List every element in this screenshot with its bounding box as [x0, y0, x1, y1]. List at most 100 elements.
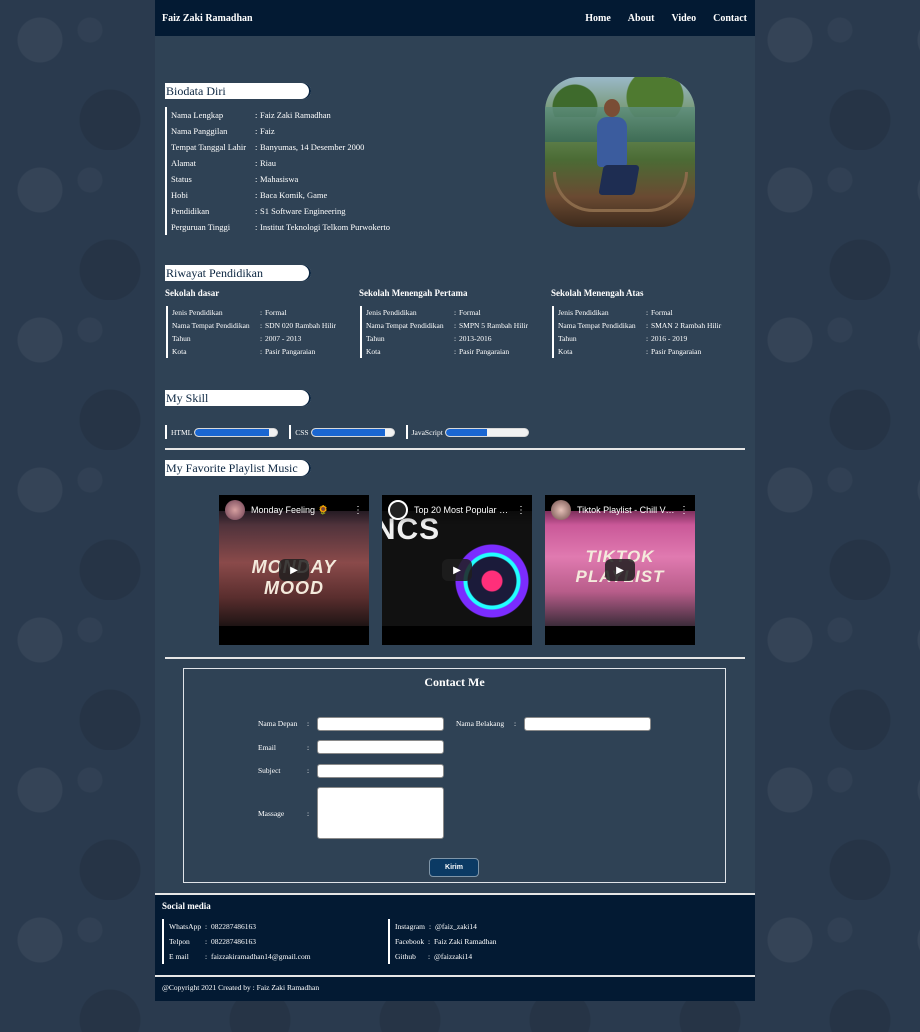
- skill-progress-bar: [444, 427, 529, 437]
- education-row: Nama Tempat Pendidikan: SDN 020 Rambah Hi…: [172, 319, 359, 332]
- section-divider: [165, 657, 745, 659]
- footer-key: Github: [395, 952, 416, 961]
- school-heading: Sekolah Menengah Pertama: [358, 288, 468, 298]
- nav-link-video[interactable]: Video: [671, 13, 696, 24]
- play-icon[interactable]: ▶: [279, 559, 309, 581]
- footer-row: E mail: faizzakiramadhan14@gmail.com: [169, 949, 388, 964]
- more-options-icon[interactable]: ⋮: [353, 505, 363, 516]
- biodata-row: Nama Panggilan: Faiz: [171, 123, 390, 139]
- education-row: Kota: Pasir Pangaraian: [172, 345, 359, 358]
- video-list: MONDAY MOOD Monday Feeling 🌻 ⋮ ▶ NCS Top…: [219, 495, 695, 645]
- skill-section: My Skill HTML CSS JavaScript: [165, 389, 745, 439]
- profile-photo: [545, 77, 695, 227]
- footer-row: Telpon:082287486163: [169, 934, 388, 949]
- colon: :: [307, 743, 310, 752]
- first-name-label: Nama Depan: [258, 719, 298, 728]
- last-name-label: Nama Belakang: [456, 719, 505, 728]
- play-icon[interactable]: ▶: [442, 559, 472, 581]
- footer-value: 082287486163: [211, 937, 256, 946]
- skill-progress-bar: [194, 427, 279, 437]
- footer-key: Facebook: [395, 937, 425, 946]
- education-key: Nama Tempat Pendidikan: [172, 321, 250, 330]
- biodata-key: Nama Lengkap: [171, 110, 224, 120]
- education-key: Nama Tempat Pendidikan: [558, 321, 636, 330]
- education-key: Jenis Pendidikan: [558, 308, 609, 317]
- channel-avatar: [388, 500, 408, 520]
- skill-title: My Skill: [165, 390, 311, 406]
- message-textarea[interactable]: [317, 787, 444, 839]
- education-row: Nama Tempat Pendidikan: SMPN 5 Rambah Hil…: [366, 319, 551, 332]
- top-navbar: Faiz Zaki Ramadhan Home About Video Cont…: [155, 0, 755, 36]
- first-name-input[interactable]: [317, 717, 444, 731]
- video-embed-3[interactable]: TIKTOK PLAYLIST Tiktok Playlist - Chill …: [545, 495, 695, 645]
- video-topbar: Monday Feeling 🌻 ⋮: [219, 495, 369, 525]
- play-icon[interactable]: ▶: [605, 559, 635, 581]
- footer-columns: WhatsApp:082287486163 Telpon:08228748616…: [162, 919, 748, 964]
- contact-title: Contact Me: [424, 675, 485, 689]
- education-key: Tahun: [558, 334, 577, 343]
- video-embed-2[interactable]: NCS Top 20 Most Popular Songs by NCS ⋮ ▶: [382, 495, 532, 645]
- biodata-row: Alamat: Riau: [171, 155, 390, 171]
- education-title: Riwayat Pendidikan: [165, 265, 311, 281]
- education-section: Riwayat Pendidikan Sekolah dasar Jenis P…: [165, 264, 745, 358]
- education-value: Formal: [458, 308, 481, 317]
- subject-input[interactable]: [317, 764, 444, 778]
- education-key: Nama Tempat Pendidikan: [365, 321, 444, 330]
- footer-value[interactable]: Faiz Zaki Ramadhan: [434, 934, 496, 949]
- footer: Social media WhatsApp:082287486163 Telpo…: [155, 895, 755, 975]
- page-container: Faiz Zaki Ramadhan Home About Video Cont…: [155, 0, 755, 1001]
- education-table: Jenis Pendidikan: Formal Nama Tempat Pend…: [359, 306, 551, 358]
- biodata-row: Nama Lengkap: Faiz Zaki Ramadhan: [171, 107, 390, 123]
- biodata-table: Nama Lengkap: Faiz Zaki Ramadhan Nama Pan…: [165, 107, 390, 235]
- education-row: Tahun:2016 - 2019: [558, 332, 745, 345]
- education-value: Pasir Pangaraian: [265, 347, 316, 356]
- biodata-value: S1 Software Engineering: [260, 206, 346, 216]
- education-row: Tahun:2013-2016: [366, 332, 551, 345]
- biodata-key: Tempat Tanggal Lahir: [171, 142, 247, 152]
- skill-item-css: CSS: [289, 425, 395, 439]
- education-key: Tahun: [365, 334, 385, 343]
- biodata-key: Nama Panggilan: [171, 126, 228, 136]
- biodata-key: Status: [171, 174, 192, 184]
- more-options-icon[interactable]: ⋮: [516, 505, 526, 516]
- email-input[interactable]: [317, 740, 444, 754]
- last-name-input[interactable]: [524, 717, 651, 731]
- footer-key: WhatsApp: [169, 922, 202, 931]
- biodata-value: Mahasiswa: [260, 174, 299, 184]
- skill-list: HTML CSS JavaScript: [165, 425, 745, 439]
- footer-value[interactable]: @faiz_zaki14: [435, 919, 477, 934]
- submit-button[interactable]: Kirim: [429, 858, 479, 877]
- nav-link-contact[interactable]: Contact: [713, 13, 747, 24]
- nav-menu: Home About Video Contact: [568, 13, 747, 24]
- nav-link-about[interactable]: About: [628, 13, 655, 24]
- subject-label: Subject: [258, 766, 281, 775]
- channel-avatar: [225, 500, 245, 520]
- video-embed-1[interactable]: MONDAY MOOD Monday Feeling 🌻 ⋮ ▶: [219, 495, 369, 645]
- education-row: Kota: Pasir Pangaraian: [366, 345, 551, 358]
- biodata-value: Faiz Zaki Ramadhan: [260, 110, 331, 120]
- skill-name: JavaScript: [411, 427, 443, 437]
- nav-link-home[interactable]: Home: [585, 13, 611, 24]
- biodata-value: Baca Komik, Game: [260, 190, 328, 200]
- education-key: Kota: [365, 347, 381, 356]
- biodata-value: Faiz: [260, 126, 275, 136]
- footer-value[interactable]: @faizzaki14: [434, 949, 472, 964]
- education-value: Pasir Pangaraian: [651, 347, 702, 356]
- video-topbar: Top 20 Most Popular Songs by NCS ⋮: [382, 495, 532, 525]
- biodata-title: Biodata Diri: [165, 83, 311, 99]
- education-row: Jenis Pendidikan: Formal: [366, 306, 551, 319]
- footer-row: Github: @faizzaki14: [395, 949, 496, 964]
- education-column-sd: Sekolah dasar Jenis Pendidikan: Formal Na…: [165, 288, 359, 358]
- biodata-key: Hobi: [171, 190, 188, 200]
- skill-name: HTML: [171, 427, 193, 437]
- education-value: 2016 - 2019: [651, 334, 688, 343]
- video-title: Top 20 Most Popular Songs by NCS: [414, 505, 512, 515]
- copyright-text: @Copyright 2021 Created by : Faiz Zaki R…: [155, 977, 755, 1001]
- more-options-icon[interactable]: ⋮: [679, 505, 689, 516]
- education-value: Formal: [265, 308, 287, 317]
- footer-value: 082287486163: [211, 922, 256, 931]
- colon: :: [514, 719, 517, 728]
- photo-head: [604, 99, 620, 117]
- education-row: Kota: Pasir Pangaraian: [558, 345, 745, 358]
- biodata-key: Pendidikan: [171, 206, 210, 216]
